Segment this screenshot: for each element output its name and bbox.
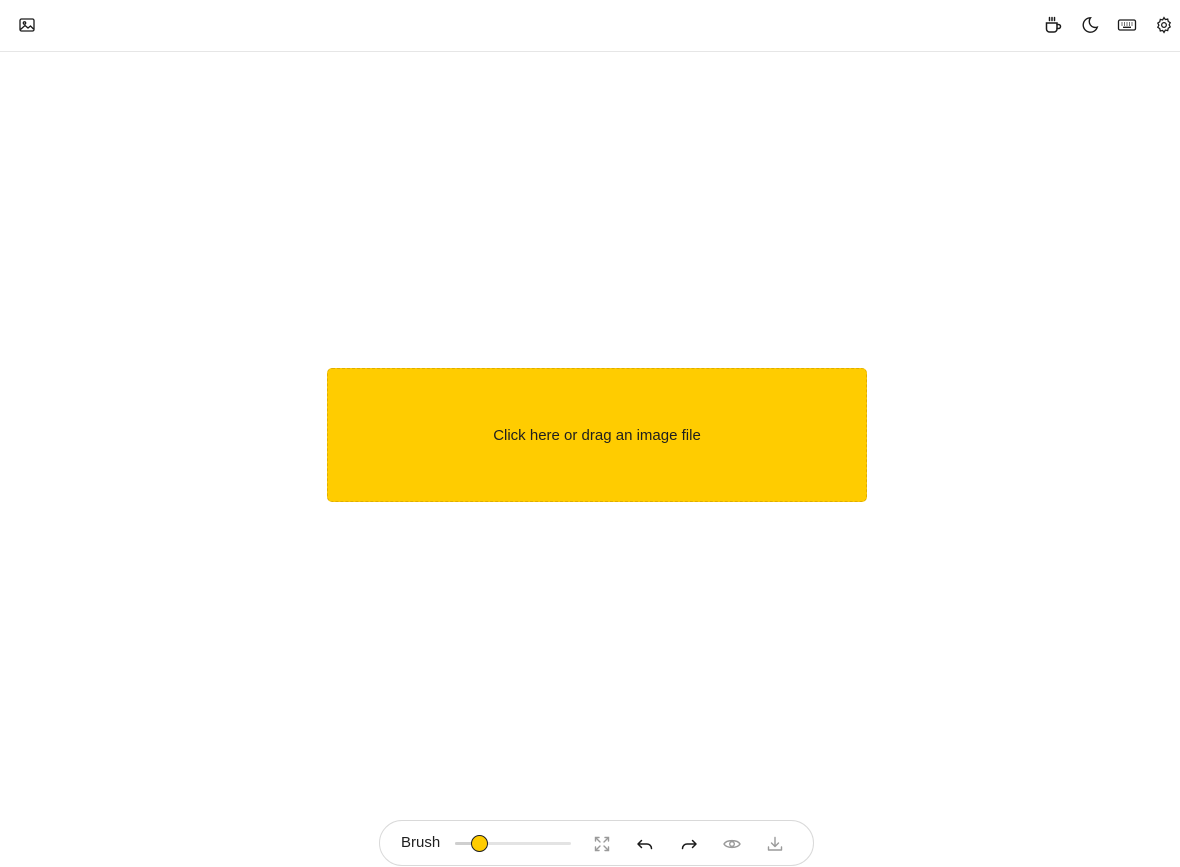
fullscreen-icon[interactable] <box>588 830 616 858</box>
eye-icon[interactable] <box>718 830 746 858</box>
image-dropzone[interactable]: Click here or drag an image file <box>327 368 867 502</box>
top-bar <box>0 0 1180 52</box>
redo-icon[interactable] <box>675 830 703 858</box>
gear-icon[interactable] <box>1150 11 1178 39</box>
dropzone-label: Click here or drag an image file <box>493 426 701 444</box>
bottom-toolbar: Brush <box>379 820 814 866</box>
header-actions <box>1039 11 1178 39</box>
moon-icon[interactable] <box>1076 11 1104 39</box>
undo-icon[interactable] <box>631 830 659 858</box>
coffee-icon[interactable] <box>1039 11 1067 39</box>
download-icon[interactable] <box>761 830 789 858</box>
keyboard-icon[interactable] <box>1113 11 1141 39</box>
brush-label: Brush <box>401 834 441 851</box>
image-icon[interactable] <box>13 11 41 39</box>
slider-thumb[interactable] <box>471 835 489 852</box>
brush-size-slider[interactable] <box>455 835 571 852</box>
